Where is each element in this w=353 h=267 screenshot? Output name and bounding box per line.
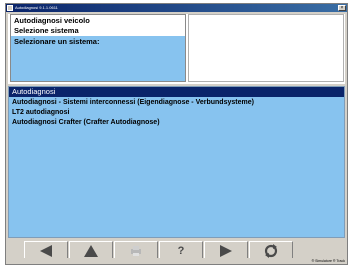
forward-arrow-icon <box>220 244 232 257</box>
side-panel <box>188 14 344 82</box>
list-item[interactable]: Autodiagnosi - Sistemi interconnessi (Ei… <box>12 99 254 106</box>
window-title: Autodiagnosi 9.1.1.0611 <box>15 5 58 10</box>
header-area: Autodiagnosi veicolo Selezione sistema S… <box>8 14 345 84</box>
header-subtitle: Selezione sistema <box>14 26 79 35</box>
header-title: Autodiagnosi veicolo <box>14 16 90 25</box>
print-icon <box>131 245 141 256</box>
status-bar: ® Simulatore ® Track <box>6 258 347 264</box>
up-arrow-icon <box>84 244 98 257</box>
close-icon: × <box>340 5 344 11</box>
header-panel: Autodiagnosi veicolo Selezione sistema S… <box>10 14 186 82</box>
app-window: Autodiagnosi 9.1.1.0611 × Autodiagnosi v… <box>5 3 348 265</box>
list-item-selected[interactable]: Autodiagnosi <box>9 87 344 97</box>
header-prompt: Selezionare un sistema: <box>14 37 100 46</box>
status-text: ® Simulatore ® Track <box>311 259 345 263</box>
back-arrow-icon <box>40 244 52 257</box>
list-item[interactable]: Autodiagnosi Crafter (Crafter Autodiagno… <box>12 119 160 126</box>
close-button[interactable]: × <box>338 5 346 11</box>
list-item[interactable]: LT2 autodiagnosi <box>12 109 69 116</box>
help-icon: ? <box>177 244 185 257</box>
refresh-icon <box>264 243 278 258</box>
app-icon <box>7 5 13 11</box>
system-list: Autodiagnosi Autodiagnosi - Sistemi inte… <box>8 86 345 238</box>
title-bar[interactable]: Autodiagnosi 9.1.1.0611 × <box>6 4 347 12</box>
